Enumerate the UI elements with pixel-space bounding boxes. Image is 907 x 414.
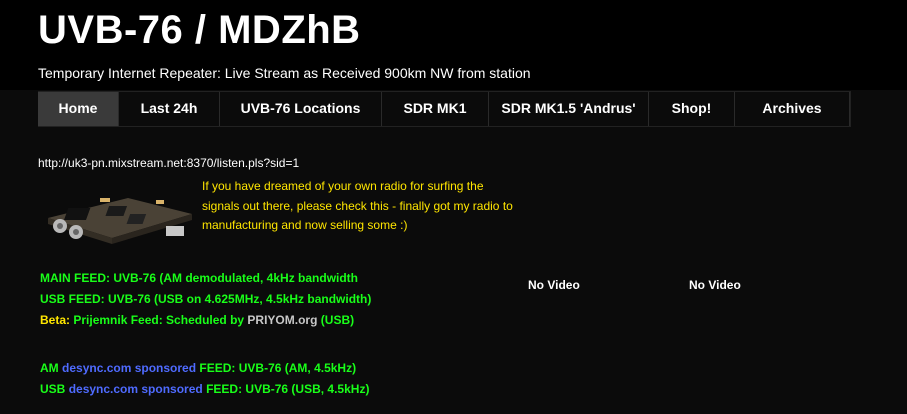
main-nav: Home Last 24h UVB-76 Locations SDR MK1 S… [38, 91, 851, 127]
beta-feed-link[interactable]: Prijemnik Feed: Scheduled by [73, 313, 244, 327]
am-prefix: AM [40, 361, 59, 375]
usb-feed-link[interactable]: USB FEED: UVB-76 (USB on 4.625MHz, 4.5kH… [40, 289, 371, 310]
am-feed-link[interactable]: FEED: UVB-76 (AM, 4.5kHz) [199, 361, 356, 375]
beta-feed-suffix: (USB) [320, 313, 355, 327]
nav-archives[interactable]: Archives [735, 92, 850, 126]
main-feed-link[interactable]: MAIN FEED: UVB-76 (AM demodulated, 4kHz … [40, 268, 371, 289]
nav-last-24h[interactable]: Last 24h [119, 92, 220, 126]
site-header: UVB-76 / MDZhB Temporary Internet Repeat… [0, 0, 907, 90]
am-sponsor-link[interactable]: desync.com sponsored [62, 361, 196, 375]
stream-url-link[interactable]: http://uk3-pn.mixstream.net:8370/listen.… [38, 156, 299, 170]
video-placeholder-left: No Video [528, 278, 580, 292]
sdr-board-image[interactable] [40, 176, 200, 246]
priyom-link[interactable]: PRIYOM.org [247, 313, 317, 327]
usb-prefix: USB [40, 382, 66, 396]
promo-text[interactable]: If you have dreamed of your own radio fo… [202, 177, 522, 236]
nav-uvb76-locations[interactable]: UVB-76 Locations [220, 92, 382, 126]
usb-sponsored-feed: USB desync.com sponsored FEED: UVB-76 (U… [40, 379, 371, 400]
usb-sponsor-link[interactable]: desync.com sponsored [69, 382, 203, 396]
video-placeholder-right: No Video [689, 278, 741, 292]
am-sponsored-feed: AM desync.com sponsored FEED: UVB-76 (AM… [40, 358, 371, 379]
beta-label: Beta: [40, 313, 71, 327]
site-title: UVB-76 / MDZhB [38, 8, 361, 52]
nav-home[interactable]: Home [38, 92, 119, 126]
nav-sdr-mk1[interactable]: SDR MK1 [382, 92, 489, 126]
nav-sdr-mk15-andrus[interactable]: SDR MK1.5 'Andrus' [489, 92, 649, 126]
site-tagline: Temporary Internet Repeater: Live Stream… [38, 65, 531, 81]
nav-shop[interactable]: Shop! [649, 92, 735, 126]
beta-feed: Beta: Prijemnik Feed: Scheduled by PRIYO… [40, 310, 371, 331]
feeds-list: MAIN FEED: UVB-76 (AM demodulated, 4kHz … [40, 268, 371, 400]
usb-feed-link[interactable]: FEED: UVB-76 (USB, 4.5kHz) [206, 382, 369, 396]
